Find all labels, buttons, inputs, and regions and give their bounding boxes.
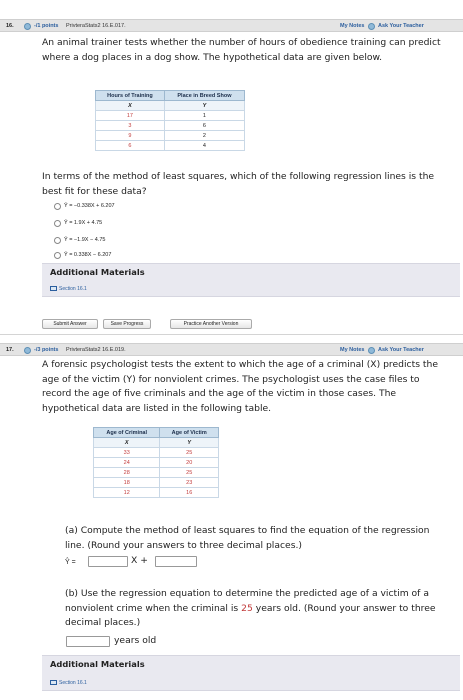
data-table: Age of Criminal Age of Victim X Y 33 25 2… [92,427,219,498]
part-b-text: (b) Use the regression equation to deter… [65,588,436,628]
table-header: Place in Breed Show [163,90,246,101]
section-link[interactable]: Section 16.1 [50,286,87,292]
submit-answer-button[interactable]: Submit Answer [42,319,98,329]
expand-icon[interactable] [24,23,31,30]
ask-teacher-link[interactable]: Ask Your Teacher [378,20,424,32]
years-old-label: years old [114,635,157,646]
table-row: 64 [95,140,246,151]
table-row: 12 16 [92,487,219,498]
data-table: Hours of Training Place in Breed Show X … [95,90,246,151]
points-label: -/3 points [34,347,59,353]
question-prompt: An animal trainer tests whether the numb… [42,37,441,63]
question-text: In terms of the method of least squares,… [42,171,435,197]
question-prompt: A forensic psychologist tests the extent… [42,359,438,414]
table-header: Hours of Training [95,90,165,101]
table-header: Age of Victim [159,427,219,438]
table-row: 33 25 [92,447,219,458]
source-label: PrivteraStats2 16.E.017. [66,23,126,29]
option-label: Ŷ = −0.338X + 6.207 [64,203,115,209]
ask-teacher-icon [368,347,375,354]
table-var: Y [159,437,219,448]
additional-materials-title: Additional Materials [50,267,145,277]
table-header: Age of Criminal [92,427,161,438]
book-icon [50,680,57,686]
table-var: Y [163,100,246,111]
radio-button[interactable] [54,236,61,244]
option-label: Ŷ = 1.9X + 4.75 [64,220,103,226]
expand-icon[interactable] [24,347,31,354]
table-row: 17 1 [95,110,246,121]
source-label: PrivteraStats2 16.E.019. [66,347,126,353]
additional-materials-title: Additional Materials [50,659,145,669]
book-icon [50,286,57,292]
radio-button[interactable] [54,251,61,259]
table-var: X [92,437,161,448]
table-row: 28 25 [92,467,219,478]
save-progress-button[interactable]: Save Progress [103,319,151,329]
yhat-label: Ŷ = [65,559,76,566]
question-number: 17. [6,347,14,353]
x-plus-label: X + [131,555,148,566]
additional-materials: Additional Materials Section 16.1 [42,655,460,691]
table-row: 92 [95,130,246,141]
predicted-age-input[interactable] [66,636,110,647]
criminal-age-value: 25 [241,602,253,614]
radio-button[interactable] [54,219,61,227]
part-a-text: (a) Compute the method of least squares … [65,525,430,551]
question-17-header: 17. -/3 points PrivteraStats2 16.E.019. … [0,343,463,356]
ask-teacher-icon [368,23,375,30]
table-var: X [95,100,165,111]
my-notes-link[interactable]: My Notes [340,20,364,32]
question-16-header: 16. -/1 points PrivteraStats2 16.E.017. … [0,19,463,32]
additional-materials: Additional Materials Section 16.1 [42,263,460,297]
section-link[interactable]: Section 16.1 [50,680,87,686]
question-number: 16. [6,23,14,29]
table-row: 36 [95,120,246,131]
slope-input[interactable] [88,556,128,567]
table-row: 24 20 [92,457,219,468]
option-label: Ŷ = 0.338X − 6.207 [64,252,112,258]
radio-button[interactable] [54,202,61,210]
divider [0,334,463,335]
option-label: Ŷ = −1.9X − 4.75 [64,237,106,243]
practice-another-version-button[interactable]: Practice Another Version [170,319,252,329]
ask-teacher-link[interactable]: Ask Your Teacher [378,344,424,356]
points-label: -/1 points [34,23,59,29]
intercept-input[interactable] [155,556,197,567]
table-row: 18 23 [92,477,219,488]
my-notes-link[interactable]: My Notes [340,344,364,356]
